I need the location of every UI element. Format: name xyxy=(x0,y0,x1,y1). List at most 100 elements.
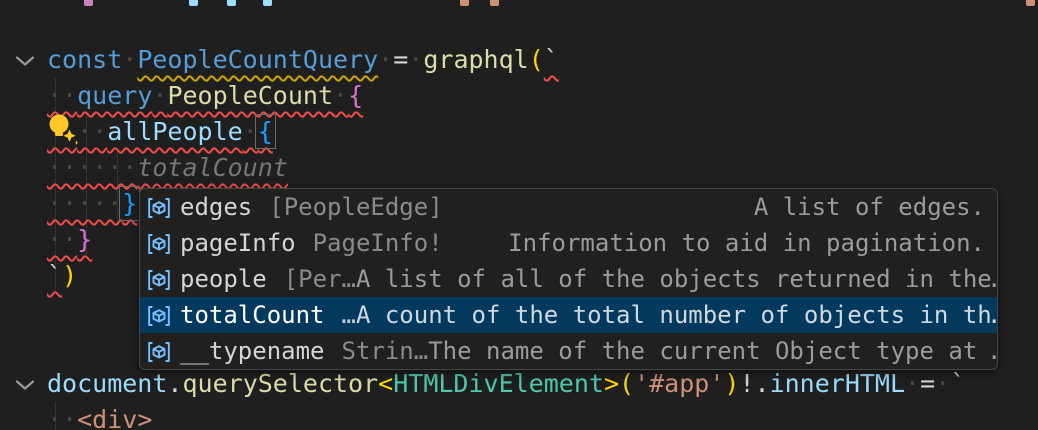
red-squiggle-segment: ` xyxy=(544,45,559,74)
code-token: { xyxy=(348,81,363,110)
code-token: PeopleCount xyxy=(167,81,333,110)
code-segment: const· xyxy=(47,45,137,74)
clipped-code-fragment xyxy=(189,0,198,6)
code-token: innerHTML xyxy=(770,369,905,398)
ghost-text-suggestion: totalCount xyxy=(137,153,288,182)
code-token: graphql xyxy=(423,45,528,74)
red-squiggle-segment: ··query·PeopleCount·{ xyxy=(47,81,363,110)
suggestion-detail: [PeopleEdge] xyxy=(269,193,442,221)
code-token: ·· xyxy=(47,225,77,254)
code-token: query xyxy=(77,81,152,110)
code-token: · xyxy=(935,369,950,398)
symbol-field-icon xyxy=(147,268,171,292)
red-squiggle-segment: ······totalCount xyxy=(47,153,288,182)
symbol-field-icon xyxy=(147,304,171,328)
code-line-3[interactable]: ······totalCount xyxy=(47,150,288,186)
suggestion-detail: PageInfo! xyxy=(313,229,443,257)
suggestion-description: A list of all of the objects returned in… xyxy=(356,265,998,293)
symbol-field-icon xyxy=(147,196,171,220)
suggestion-label: __typename xyxy=(180,337,325,365)
suggestion-description: The name of the current Object type at … xyxy=(428,337,998,365)
code-token: const xyxy=(47,45,122,74)
code-token: } xyxy=(77,225,92,254)
code-token: ( xyxy=(529,45,544,74)
code-segment: ·=·graphql( xyxy=(378,45,544,74)
clipped-code-fragment xyxy=(263,0,272,6)
red-squiggle-segment: ·····} xyxy=(47,189,137,218)
code-token: · xyxy=(152,81,167,110)
code-token: ` xyxy=(950,369,965,398)
code-token: ) xyxy=(724,369,739,398)
code-line-2[interactable]: ··allPeople·{ xyxy=(47,114,273,150)
fold-chevron-icon[interactable] xyxy=(14,54,36,68)
lightbulb-sparkle-icon[interactable] xyxy=(46,112,80,146)
code-token: ·· xyxy=(77,117,107,146)
code-token: PeopleCountQuery xyxy=(137,45,378,74)
code-token: <div> xyxy=(77,405,152,430)
code-token: ` xyxy=(47,261,62,290)
code-token: . xyxy=(167,369,182,398)
code-token: '#app' xyxy=(634,369,724,398)
suggestion-item-people[interactable]: people [Per…A list of all of the objects … xyxy=(140,261,997,297)
code-token: = xyxy=(920,369,935,398)
code-token: < xyxy=(378,369,393,398)
suggestion-description: A list of edges. xyxy=(754,193,985,221)
suggestion-item-edges[interactable]: edges [PeopleEdge] A list of edges. xyxy=(140,189,997,225)
clipped-code-fragment xyxy=(460,0,469,6)
yellow-squiggle-segment: PeopleCountQuery xyxy=(137,45,378,74)
code-line-7[interactable]: document.querySelector<HTMLDivElement>('… xyxy=(47,366,965,402)
code-token: querySelector xyxy=(182,369,378,398)
code-token: · xyxy=(378,45,393,74)
suggestion-label: totalCount xyxy=(180,301,325,329)
suggest-widget: edges [PeopleEdge] A list of edges. pageInf… xyxy=(139,188,998,370)
code-line-0[interactable]: const·PeopleCountQuery·=·graphql(` xyxy=(47,42,559,78)
clipped-code-fragment xyxy=(227,0,236,6)
code-line-1[interactable]: ··query·PeopleCount·{ xyxy=(47,78,363,114)
clipped-code-fragment xyxy=(1026,0,1035,6)
code-line-8[interactable]: ··<div> xyxy=(47,402,152,430)
code-segment: document.querySelector<HTMLDivElement>('… xyxy=(47,369,965,398)
suggestion-detail: … xyxy=(342,301,356,329)
suggestion-description: A count of the total number of objects i… xyxy=(356,301,998,329)
code-token: · xyxy=(333,81,348,110)
symbol-field-icon xyxy=(147,340,171,364)
code-line-6[interactable]: `) xyxy=(47,258,77,294)
code-token: = xyxy=(393,45,408,74)
code-token: HTMLDivElement xyxy=(393,369,604,398)
code-token: ) xyxy=(62,261,77,290)
code-token: · xyxy=(243,117,258,146)
code-token: allPeople xyxy=(107,117,242,146)
red-squiggle-segment: ··allPeople·{ xyxy=(47,117,273,146)
suggestion-item-__typename[interactable]: __typename Strin…The name of the current … xyxy=(140,333,997,369)
suggestion-label: people xyxy=(180,265,267,293)
code-line-5[interactable]: ··} xyxy=(47,222,92,258)
suggestion-detail: Strin… xyxy=(342,337,429,365)
symbol-field-icon xyxy=(147,232,171,256)
suggestion-label: edges xyxy=(180,193,252,221)
code-segment: ··<div> xyxy=(47,405,152,430)
code-token: ( xyxy=(619,369,634,398)
code-token: document xyxy=(47,369,167,398)
code-token: ······ xyxy=(47,153,137,182)
code-token: · xyxy=(408,45,423,74)
code-token: · xyxy=(905,369,920,398)
code-token: ! xyxy=(739,369,754,398)
code-segment: ) xyxy=(62,261,77,290)
suggestion-item-totalCount[interactable]: totalCount …A count of the total number o… xyxy=(140,297,997,333)
clipped-code-fragment xyxy=(84,0,93,6)
suggestion-label: pageInfo xyxy=(180,229,296,257)
suggestion-description: Information to aid in pagination. xyxy=(508,229,985,257)
code-token: > xyxy=(604,369,619,398)
code-token: ` xyxy=(544,45,559,74)
red-squiggle-segment: ··} xyxy=(47,225,92,254)
fold-chevron-icon[interactable] xyxy=(14,378,36,392)
code-token: ·· xyxy=(47,81,77,110)
suggestion-item-pageInfo[interactable]: pageInfo PageInfo! Information to aid in p… xyxy=(140,225,997,261)
red-squiggle-segment: ` xyxy=(47,261,62,290)
code-token: } xyxy=(122,189,137,218)
code-token: · xyxy=(122,45,137,74)
code-editor: const·PeopleCountQuery·=·graphql(`··quer… xyxy=(0,0,1038,430)
code-token: ····· xyxy=(47,189,122,218)
suggestion-detail: [Per… xyxy=(284,265,356,293)
code-line-4[interactable]: ·····} xyxy=(47,186,137,222)
